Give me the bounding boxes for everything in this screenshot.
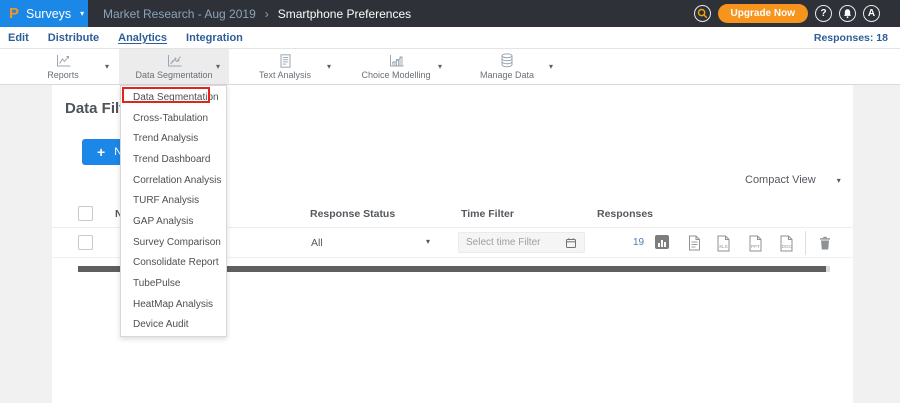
- menu-item-label: HeatMap Analysis: [133, 299, 213, 310]
- toolbar-item-label: Choice Modelling: [361, 70, 430, 80]
- chevron-down-icon: ▾: [549, 62, 553, 71]
- menu-item-data-segmentation[interactable]: Data Segmentation: [121, 87, 226, 108]
- menu-item-device-audit[interactable]: Device Audit: [121, 315, 226, 336]
- menu-item-heatmap-analysis[interactable]: HeatMap Analysis: [121, 294, 226, 315]
- menu-item-label: TubePulse: [133, 278, 180, 289]
- menu-item-label: Data Segmentation: [133, 92, 219, 103]
- menu-item-trend-dashboard[interactable]: Trend Dashboard: [121, 149, 226, 170]
- avatar-initial: A: [868, 8, 875, 19]
- compact-view-label: Compact View: [745, 174, 816, 186]
- menu-item-label: Device Audit: [133, 319, 189, 330]
- text-document-icon: [278, 54, 293, 68]
- chevron-down-icon: ▾: [80, 9, 84, 18]
- menu-item-cross-tabulation[interactable]: Cross-Tabulation: [121, 108, 226, 129]
- calendar-icon[interactable]: [565, 237, 577, 249]
- bar: [664, 242, 666, 247]
- menu-item-gap-analysis[interactable]: GAP Analysis: [121, 211, 226, 232]
- compact-view-dropdown[interactable]: Compact View ▾: [745, 174, 841, 186]
- nav-item-integration[interactable]: Integration: [186, 32, 243, 44]
- doc-label: DOC: [782, 244, 793, 249]
- divider: [805, 231, 806, 255]
- column-header-time-filter: Time Filter: [461, 208, 514, 220]
- breadcrumb-separator: ›: [265, 7, 269, 21]
- chevron-down-icon: ▾: [837, 176, 841, 185]
- menu-item-label: Consolidate Report: [133, 257, 219, 268]
- data-segmentation-menu: Data Segmentation Cross-Tabulation Trend…: [120, 85, 227, 337]
- menu-item-label: Correlation Analysis: [133, 175, 221, 186]
- ppt-file-icon[interactable]: PPT: [748, 235, 763, 255]
- surveys-menu[interactable]: P Surveys ▾: [0, 0, 88, 27]
- breadcrumb-parent[interactable]: Market Research - Aug 2019: [103, 7, 256, 21]
- nav-item-distribute[interactable]: Distribute: [48, 32, 99, 44]
- menu-item-label: GAP Analysis: [133, 216, 193, 227]
- survey-nav: Edit Distribute Analytics Integration Re…: [0, 27, 900, 49]
- search-button[interactable]: [694, 5, 711, 22]
- nav-item-analytics[interactable]: Analytics: [118, 32, 167, 44]
- xls-label: XLS: [719, 244, 728, 249]
- scatter-plot-icon: [166, 54, 183, 68]
- toolbar-item-reports[interactable]: Reports ▾: [8, 49, 118, 84]
- notifications-button[interactable]: [839, 5, 856, 22]
- database-icon: [499, 53, 515, 68]
- menu-item-label: Survey Comparison: [133, 237, 221, 248]
- menu-item-label: TURF Analysis: [133, 195, 199, 206]
- toolbar-item-choice-modelling[interactable]: Choice Modelling ▾: [341, 49, 451, 84]
- analytics-toolbar: Reports ▾ Data Segmentation ▾ Text Analy…: [0, 49, 900, 85]
- toolbar-item-label: Text Analysis: [259, 70, 311, 80]
- menu-item-survey-comparison[interactable]: Survey Comparison: [121, 232, 226, 253]
- upgrade-now-button[interactable]: Upgrade Now: [718, 4, 808, 23]
- surveys-label: Surveys: [26, 7, 71, 21]
- dashboard-report-icon[interactable]: [655, 235, 669, 249]
- menu-item-consolidate-report[interactable]: Consolidate Report: [121, 253, 226, 274]
- ppt-label: PPT: [751, 244, 760, 249]
- toolbar-item-data-segmentation[interactable]: Data Segmentation ▾: [119, 49, 229, 84]
- breadcrumb: Market Research - Aug 2019 › Smartphone …: [103, 7, 411, 21]
- chevron-down-icon: ▾: [438, 62, 442, 71]
- document-file-icon[interactable]: [688, 235, 701, 254]
- menu-item-label: Trend Dashboard: [133, 154, 210, 165]
- chevron-down-icon: ▾: [105, 62, 109, 71]
- doc-file-icon[interactable]: DOC: [779, 235, 794, 255]
- response-status-select[interactable]: All: [311, 237, 323, 249]
- menu-item-turf-analysis[interactable]: TURF Analysis: [121, 190, 226, 211]
- bar-chart-icon: [388, 54, 405, 68]
- toolbar-item-label: Reports: [47, 70, 79, 80]
- line-chart-icon: [55, 54, 72, 68]
- toolbar-item-manage-data[interactable]: Manage Data ▾: [452, 49, 562, 84]
- time-filter-placeholder: Select time Filter: [466, 237, 540, 248]
- menu-item-label: Trend Analysis: [133, 133, 198, 144]
- breadcrumb-current: Smartphone Preferences: [278, 7, 411, 21]
- chevron-down-icon[interactable]: ▾: [426, 237, 430, 246]
- menu-item-trend-analysis[interactable]: Trend Analysis: [121, 128, 226, 149]
- menu-item-tubepulse[interactable]: TubePulse: [121, 273, 226, 294]
- plus-icon: +: [97, 144, 105, 160]
- bell-icon: [842, 8, 853, 19]
- questionpro-logo-icon: P: [9, 6, 19, 21]
- search-icon: [697, 8, 708, 19]
- delete-icon[interactable]: [819, 236, 831, 253]
- toolbar-item-label: Data Segmentation: [135, 70, 212, 80]
- question-mark-icon: ?: [820, 8, 826, 19]
- toolbar-item-text-analysis[interactable]: Text Analysis ▾: [230, 49, 340, 84]
- xls-file-icon[interactable]: XLS: [716, 235, 731, 255]
- column-header-responses: Responses: [597, 208, 653, 220]
- column-header-response-status: Response Status: [310, 208, 395, 220]
- chevron-down-icon: ▾: [327, 62, 331, 71]
- account-avatar[interactable]: A: [863, 5, 880, 22]
- responses-count-value[interactable]: 19: [633, 237, 644, 248]
- bar: [661, 240, 663, 247]
- menu-item-correlation-analysis[interactable]: Correlation Analysis: [121, 170, 226, 191]
- top-bar: P Surveys ▾ Market Research - Aug 2019 ›…: [0, 0, 900, 27]
- time-filter-input[interactable]: Select time Filter: [458, 232, 585, 253]
- menu-item-label: Cross-Tabulation: [133, 113, 208, 124]
- responses-count-label: Responses: 18: [814, 32, 900, 44]
- bar: [658, 243, 660, 247]
- row-checkbox[interactable]: [78, 235, 93, 250]
- chevron-down-icon: ▾: [216, 62, 220, 71]
- topbar-actions: Upgrade Now ? A: [694, 4, 900, 23]
- help-button[interactable]: ?: [815, 5, 832, 22]
- nav-item-edit[interactable]: Edit: [8, 32, 29, 44]
- select-all-checkbox[interactable]: [78, 206, 93, 221]
- toolbar-item-label: Manage Data: [480, 70, 534, 80]
